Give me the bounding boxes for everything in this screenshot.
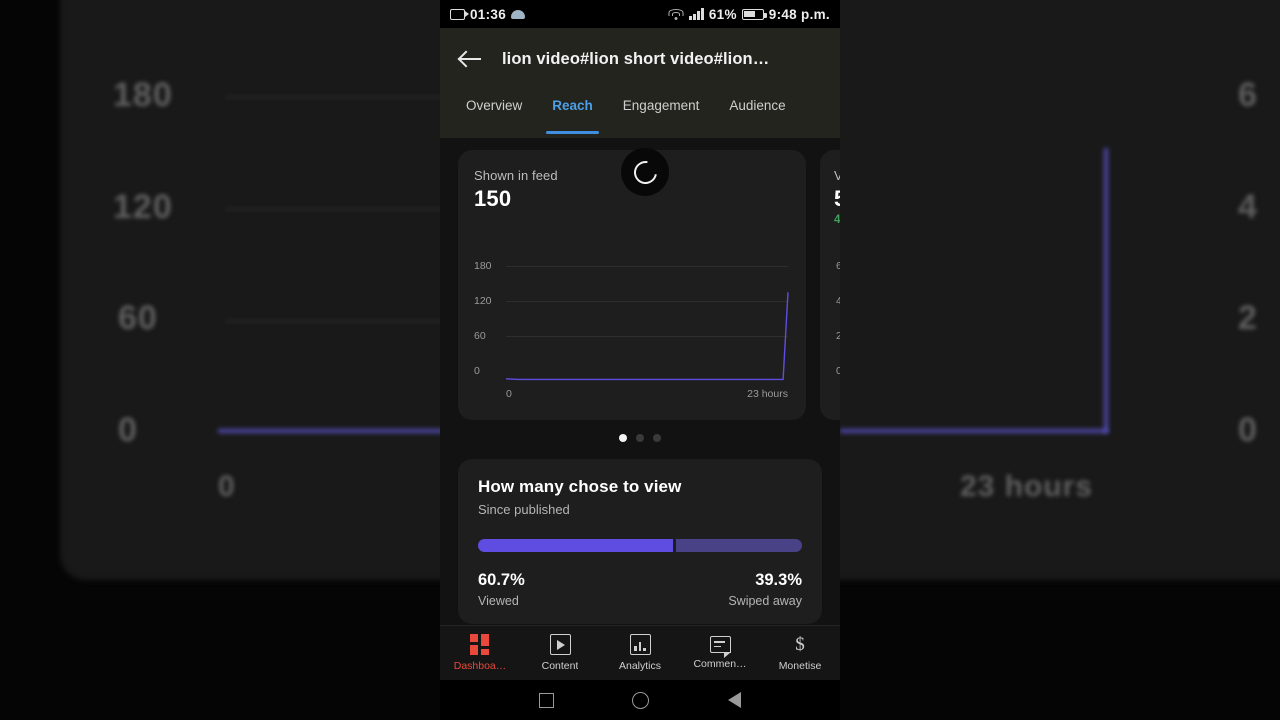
page-dot-1[interactable] — [619, 434, 627, 442]
android-system-nav — [440, 680, 840, 720]
tab-engagement[interactable]: Engagement — [611, 90, 712, 138]
nav-label-comments: Commen… — [693, 658, 747, 670]
x-tick-end: 23 hours — [747, 388, 788, 400]
background-ytick-0: 0 — [118, 411, 138, 449]
viewed-vs-swiped-bar — [478, 539, 802, 552]
partial-y-tick-6: 6 — [836, 260, 840, 272]
partial-y-tick-0: 0 — [836, 365, 840, 377]
y-tick-180: 180 — [474, 260, 492, 272]
page-dot-2[interactable] — [636, 434, 644, 442]
cloud-icon — [511, 9, 526, 19]
swiped-away-label: Swiped away — [728, 594, 802, 608]
home-circle-icon[interactable] — [632, 691, 650, 709]
status-bar: 01:36 61% 9:48 p.m. — [440, 0, 840, 28]
nav-item-monetise[interactable]: $ Monetise — [760, 633, 840, 673]
bar-legend: Viewed Swiped away — [478, 594, 802, 608]
back-triangle-icon[interactable] — [727, 692, 741, 708]
metric-carousel[interactable]: Shown in feed 150 180 120 60 0 0 23 hour… — [440, 138, 840, 420]
chart-plot-area — [506, 266, 788, 380]
background-ytick-60: 60 — [118, 299, 158, 337]
how-many-chose-to-view-card: How many chose to view Since published 6… — [458, 459, 822, 624]
card-title: How many chose to view — [478, 477, 682, 496]
background-xtick-23h: 23 hours — [960, 470, 1094, 503]
bar-segment-swiped-away — [675, 539, 802, 552]
metric-delta-partial: 4 — [834, 214, 840, 226]
y-tick-120: 120 — [474, 295, 492, 307]
nav-label-dashboard: Dashboa… — [453, 660, 507, 672]
content-play-icon — [549, 634, 571, 655]
back-arrow-icon[interactable] — [458, 46, 484, 72]
nav-item-analytics[interactable]: Analytics — [600, 634, 680, 672]
background-right-ytick-6: 6 — [1238, 76, 1258, 114]
nav-label-content: Content — [541, 660, 579, 672]
dollar-sign-icon: $ — [795, 633, 805, 655]
tab-audience[interactable]: Audience — [717, 90, 797, 138]
partial-y-tick-2: 2 — [836, 330, 840, 342]
dashboard-grid-icon — [469, 634, 491, 655]
metric-label-partial: V — [834, 168, 840, 183]
partial-chart: 6 4 2 0 — [836, 258, 840, 408]
wifi-icon — [668, 8, 684, 20]
carousel-page-dots[interactable] — [440, 434, 840, 442]
bar-segment-viewed — [478, 539, 673, 552]
background-right-ytick-4: 4 — [1238, 188, 1258, 226]
phone-screen: 01:36 61% 9:48 p.m. lion video#lion shor… — [440, 0, 840, 720]
nav-item-content[interactable]: Content — [520, 634, 600, 672]
nav-label-analytics: Analytics — [618, 660, 661, 672]
bottom-navigation-bar: Dashboa… Content Analytics Commen… $ Mon… — [440, 625, 840, 680]
y-tick-60: 60 — [474, 330, 486, 342]
swiped-away-percent: 39.3% — [755, 571, 802, 589]
background-xtick-0: 0 — [218, 470, 236, 503]
metric-card-next-partial[interactable]: V 5 4 6 4 2 0 — [820, 150, 840, 420]
nav-item-comments[interactable]: Commen… — [680, 636, 760, 670]
partial-y-tick-4: 4 — [836, 295, 840, 307]
nav-item-dashboard[interactable]: Dashboa… — [440, 634, 520, 672]
page-dot-3[interactable] — [653, 434, 661, 442]
recording-timer: 01:36 — [470, 6, 507, 22]
signal-bars-icon — [689, 8, 704, 20]
background-right-ytick-2: 2 — [1238, 299, 1258, 337]
background-right-ytick-0: 0 — [1238, 411, 1258, 449]
chart-line — [506, 266, 788, 380]
viewed-label: Viewed — [478, 594, 519, 608]
bar-values: 60.7% 39.3% — [478, 571, 802, 590]
tab-overview[interactable]: Overview — [454, 90, 534, 138]
video-recording-icon — [450, 8, 469, 20]
battery-percent: 61% — [708, 6, 737, 22]
card-subtitle: Since published — [478, 502, 570, 517]
comment-bubble-icon — [709, 636, 732, 658]
background-ytick-180: 180 — [113, 76, 173, 114]
page-title: lion video#lion short video#lion… — [502, 49, 770, 68]
x-tick-start: 0 — [506, 388, 512, 400]
nav-label-monetise: Monetise — [778, 660, 822, 672]
reach-line-chart: 180 120 60 0 0 23 hours — [474, 258, 792, 408]
tab-bar: Overview Reach Engagement Audience — [440, 90, 840, 138]
battery-icon — [741, 8, 767, 20]
y-tick-0: 0 — [474, 365, 480, 377]
tab-reach[interactable]: Reach — [540, 90, 605, 138]
metric-value-partial: 5 — [834, 186, 840, 212]
loading-spinner-icon — [621, 148, 669, 196]
app-header: lion video#lion short video#lion… — [440, 28, 840, 90]
recents-square-icon[interactable] — [539, 692, 555, 708]
clock: 9:48 p.m. — [768, 6, 830, 22]
background-ytick-120: 120 — [113, 188, 173, 226]
analytics-bar-icon — [629, 634, 651, 655]
viewed-percent: 60.7% — [478, 571, 525, 589]
